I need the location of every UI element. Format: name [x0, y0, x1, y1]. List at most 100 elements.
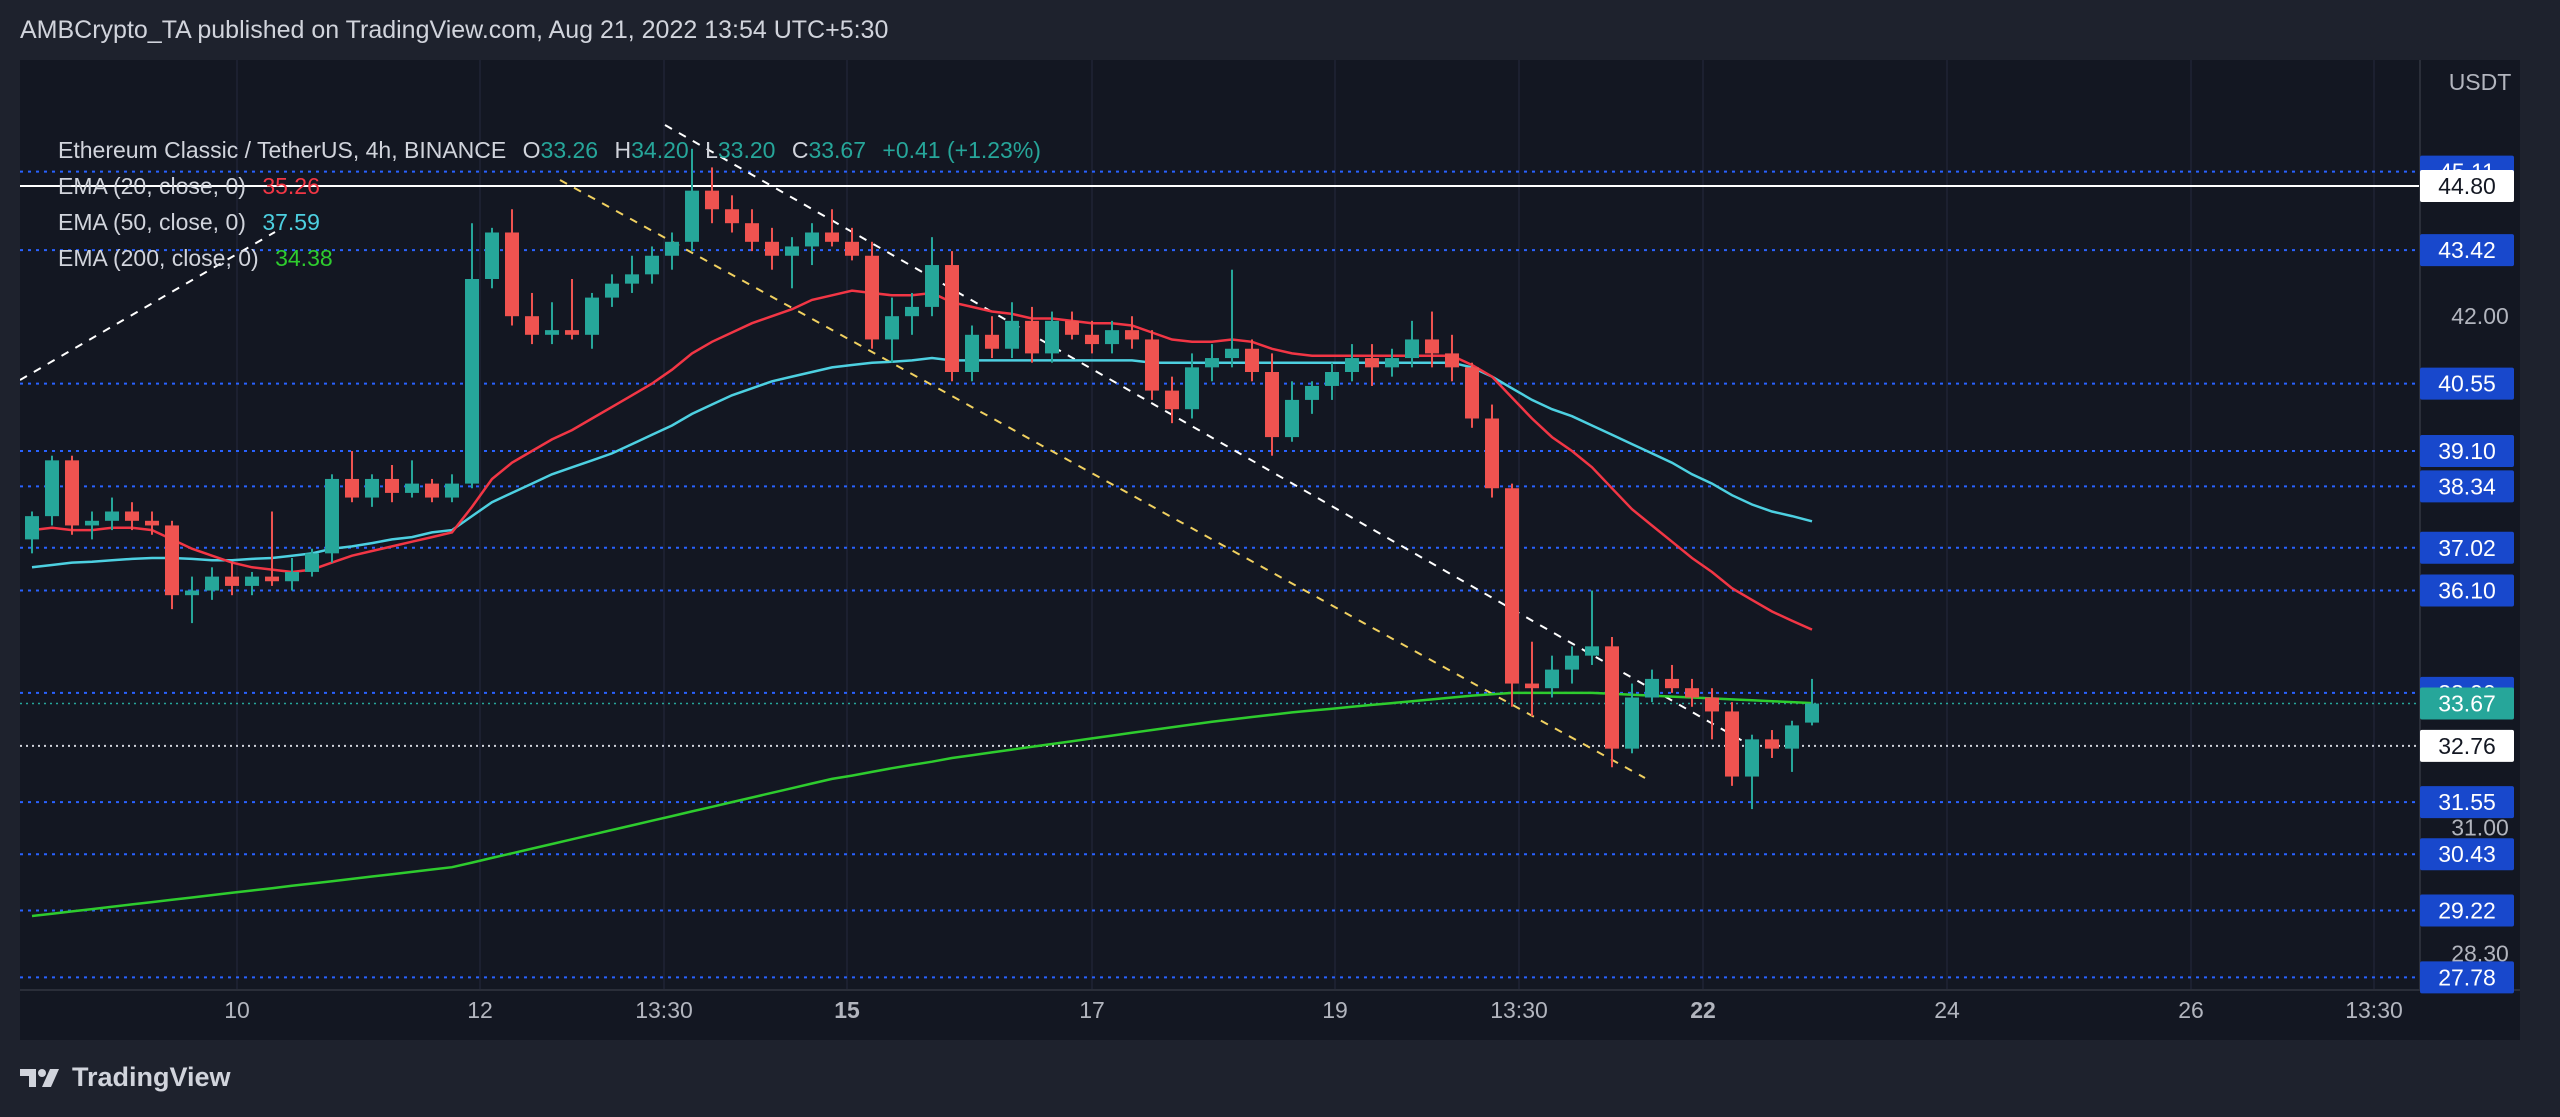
support-resistance-lines: [20, 170, 2420, 979]
candle-body: [1045, 320, 1059, 354]
high-label: H: [614, 137, 632, 163]
candle-body: [185, 590, 199, 596]
candle: [165, 520, 179, 610]
candle-body: [465, 279, 479, 484]
candle-body: [1245, 348, 1259, 372]
candle-body: [105, 511, 119, 521]
x-tick-label: 15: [834, 997, 860, 1023]
candle: [1285, 381, 1299, 442]
candle: [185, 576, 199, 624]
last-price-badge: 33.67: [2420, 687, 2514, 720]
candle-body: [1665, 678, 1679, 689]
candle: [1165, 376, 1179, 424]
candle: [605, 274, 619, 307]
candle-body: [905, 306, 919, 317]
candle-body: [1745, 739, 1759, 777]
candle-body: [1725, 711, 1739, 777]
level-badge: 29.22: [2420, 894, 2514, 927]
candle: [1105, 320, 1119, 354]
candle-body: [945, 265, 959, 372]
candle: [205, 567, 219, 600]
candle-body: [1205, 358, 1219, 368]
candle-body: [365, 478, 379, 498]
tradingview-logo[interactable]: TradingView: [20, 1062, 231, 1093]
candle: [1365, 344, 1379, 386]
candle-body: [525, 316, 539, 335]
candle-body: [1625, 697, 1639, 749]
candle-body: [1605, 646, 1619, 749]
candle-body: [425, 483, 439, 498]
candle-body: [885, 316, 899, 340]
level-badge: 37.02: [2420, 531, 2514, 564]
x-tick-label: 26: [2178, 997, 2204, 1023]
candle-body: [265, 576, 279, 582]
level-badge-text: 31.55: [2438, 789, 2496, 815]
level-badge: 30.43: [2420, 838, 2514, 871]
y-tick-label: 42.00: [2451, 303, 2509, 329]
candle: [1505, 483, 1519, 707]
change-value: +0.41 (+1.23%): [882, 137, 1041, 163]
ema20-value: 35.26: [262, 173, 320, 199]
candle-body: [545, 330, 559, 335]
candle: [385, 465, 399, 503]
candle-body: [565, 330, 579, 335]
candle: [1325, 362, 1339, 400]
candle-body: [1565, 655, 1579, 670]
candle-body: [1105, 330, 1119, 345]
ema200-value: 34.38: [275, 245, 333, 271]
ema50-row[interactable]: EMA (50, close, 0) 37.59: [58, 204, 1041, 240]
candle: [1445, 334, 1459, 382]
candle-body: [605, 283, 619, 298]
symbol-label[interactable]: Ethereum Classic / TetherUS, 4h, BINANCE: [58, 137, 506, 163]
candle: [1425, 311, 1439, 368]
x-tick-label: 13:30: [1490, 997, 1548, 1023]
x-tick-label: 17: [1079, 997, 1105, 1023]
candle: [65, 455, 79, 535]
candle-body: [1505, 488, 1519, 684]
candle: [425, 478, 439, 503]
candle: [1025, 306, 1039, 363]
candle-body: [1765, 739, 1779, 749]
candle-body: [1465, 367, 1479, 419]
candle: [1205, 344, 1219, 382]
y-tick-label: 31.00: [2451, 815, 2509, 841]
close-label: C: [791, 137, 809, 163]
candle: [1485, 404, 1499, 498]
candle: [525, 292, 539, 345]
candle-body: [145, 520, 159, 526]
level-badge-text: 36.10: [2438, 578, 2496, 604]
chart-pane[interactable]: 42.0031.0028.30USDT45.1143.4240.5539.103…: [20, 60, 2520, 1040]
open-value: 33.26: [540, 137, 599, 163]
x-tick-label: 24: [1934, 997, 1960, 1023]
candle: [1645, 669, 1659, 703]
level-badge-text: 38.34: [2438, 473, 2496, 499]
high-value: 34.20: [631, 137, 689, 163]
level-badge-text: 30.43: [2438, 841, 2496, 867]
candle: [1465, 362, 1479, 428]
candle: [1605, 637, 1619, 768]
level-badge: 27.78: [2420, 961, 2514, 994]
candle-body: [1585, 646, 1599, 656]
candle-body: [1525, 683, 1539, 689]
candle: [1265, 353, 1279, 456]
candle-body: [305, 553, 319, 572]
candle: [545, 302, 559, 345]
candle: [365, 474, 379, 507]
candle-body: [45, 460, 59, 517]
candle-body: [1265, 372, 1279, 438]
last-price-badge-text: 33.67: [2438, 691, 2496, 717]
candle-body: [1405, 339, 1419, 359]
ema200-row[interactable]: EMA (200, close, 0) 34.38: [58, 240, 1041, 276]
candle: [1225, 269, 1239, 368]
candle-body: [85, 520, 99, 526]
candle-body: [125, 511, 139, 521]
level-badge-text: 29.22: [2438, 897, 2496, 923]
candle-body: [345, 478, 359, 498]
candle-body: [1385, 358, 1399, 368]
candle-body: [1445, 353, 1459, 368]
candle-body: [1165, 390, 1179, 410]
candle-body: [165, 525, 179, 596]
candle: [1005, 302, 1019, 359]
ema20-row[interactable]: EMA (20, close, 0) 35.26: [58, 168, 1041, 204]
candle-body: [385, 478, 399, 493]
